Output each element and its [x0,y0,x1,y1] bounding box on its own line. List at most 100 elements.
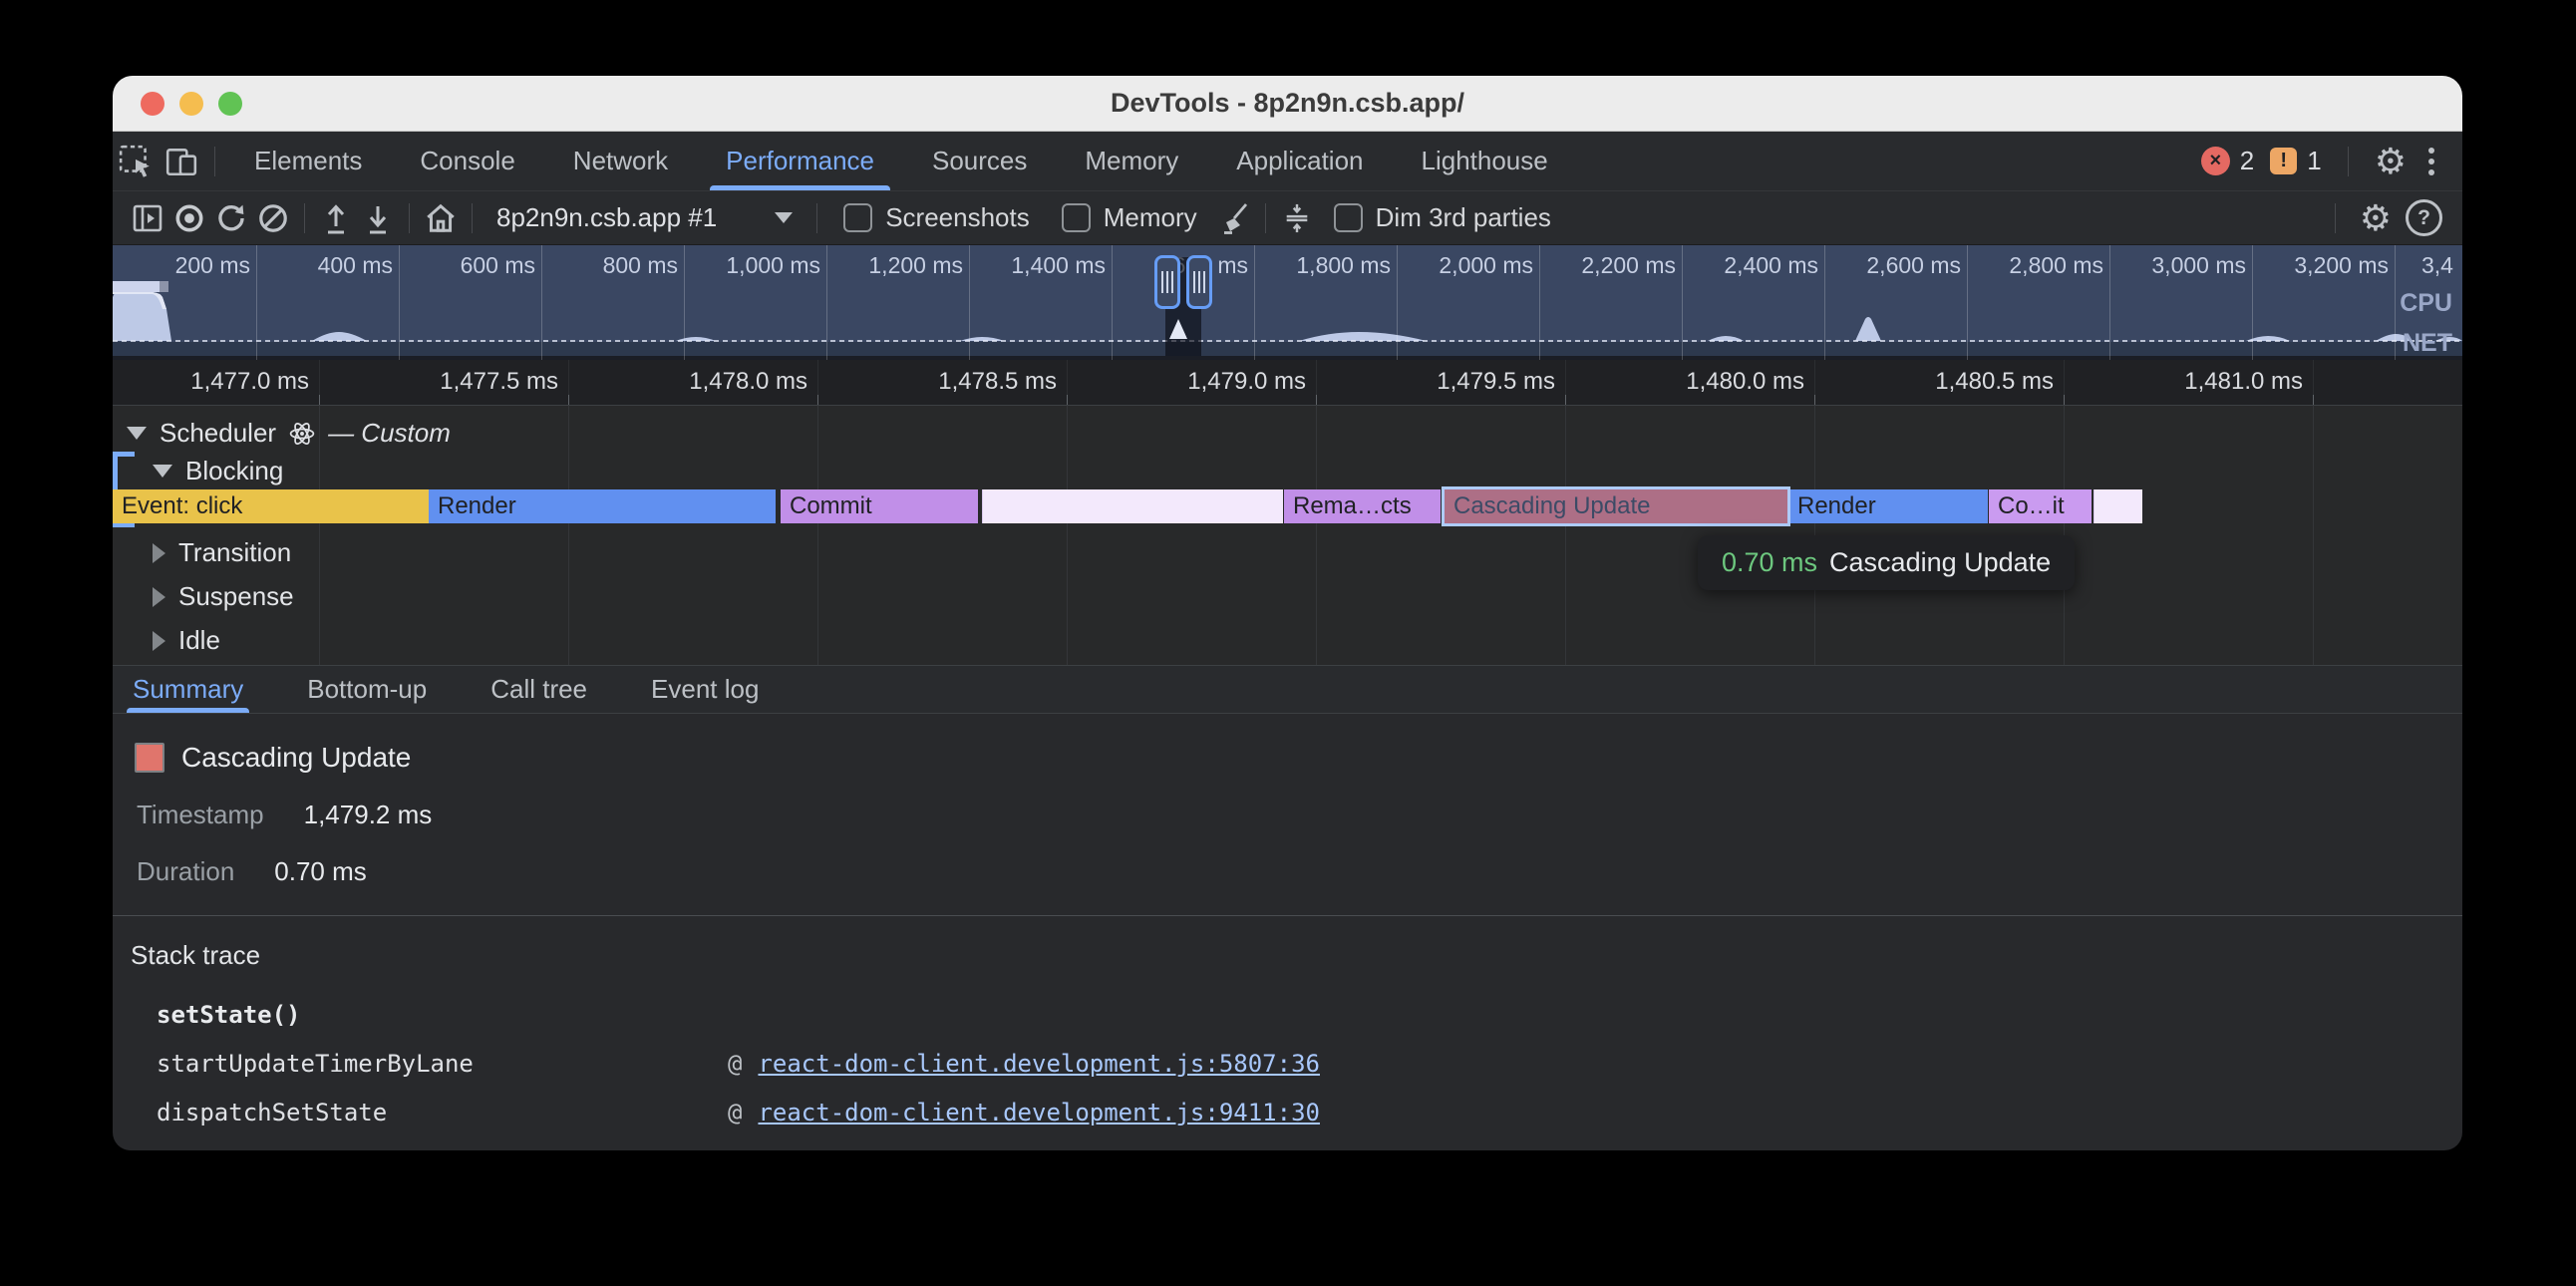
timeline-overview[interactable]: 200 ms 400 ms 600 ms 800 ms 1,000 ms 1,2… [113,245,2462,360]
record-icon[interactable] [168,197,210,239]
screenshots-checkbox[interactable]: Screenshots [843,202,1030,233]
tab-summary[interactable]: Summary [113,666,263,713]
cpu-peak-in-selection [1169,319,1187,339]
blocking-label: Blocking [185,456,283,486]
tab-performance[interactable]: Performance [697,132,903,190]
chevron-down-icon [775,212,793,223]
timeline-ruler[interactable]: 1,477.0 ms 1,477.5 ms 1,478.0 ms 1,478.5… [113,360,2462,406]
overview-tick: 1,800 ms [1296,252,1391,279]
overview-tick: 1,200 ms [868,252,963,279]
overview-gridline [1254,245,1255,360]
divider [214,147,215,176]
lane-idle[interactable]: Idle [153,625,220,656]
tab-elements[interactable]: Elements [225,132,391,190]
expand-triangle-icon [153,587,165,607]
tab-network[interactable]: Network [544,132,697,190]
track-gridline [1067,406,1068,665]
close-button[interactable] [141,92,164,116]
history-dropdown[interactable]: 8p2n9n.csb.app #1 [483,202,806,233]
expand-triangle-icon [153,543,165,563]
capture-settings-gear-icon[interactable]: ⚙ [2360,200,2392,236]
zoom-button[interactable] [218,92,242,116]
tab-memory[interactable]: Memory [1056,132,1207,190]
ruler-tickmark [1316,395,1317,405]
help-icon[interactable]: ? [2406,199,2442,236]
net-lane-label: NET [2403,329,2452,358]
tab-sources[interactable]: Sources [903,132,1056,190]
track-gridline [568,406,569,665]
ruler-tickmark [1565,395,1566,405]
flame-bar[interactable] [982,489,1283,523]
dim-3rd-parties-checkbox[interactable]: Dim 3rd parties [1334,202,1551,233]
react-atom-icon [289,421,315,447]
frame-source-link[interactable]: react-dom-client.development.js:5807:36 [758,1050,1320,1078]
flame-bar-commit[interactable]: Co…it [1989,489,2092,523]
overview-gridline [256,245,257,360]
minimize-button[interactable] [179,92,203,116]
overview-tick: 1,400 ms [1011,252,1106,279]
tab-bottom-up[interactable]: Bottom-up [287,666,447,713]
reload-record-icon[interactable] [210,197,252,239]
gc-broom-icon[interactable] [1213,197,1255,239]
tab-lighthouse[interactable]: Lighthouse [1393,132,1577,190]
overview-gridline [1967,245,1968,360]
flame-bar-event-click[interactable]: Event: click [113,489,429,523]
flame-bar-render[interactable]: Render [429,489,776,523]
flame-bar-commit[interactable]: Commit [781,489,978,523]
ruler-tickmark [2064,395,2065,405]
track-header-scheduler[interactable]: Scheduler — Custom [127,418,451,449]
tab-call-tree[interactable]: Call tree [471,666,607,713]
selection-left-handle[interactable] [1154,255,1180,309]
divider [1265,203,1266,233]
frame-source-link[interactable]: react-dom-client.development.js:9411:30 [758,1099,1320,1126]
memory-checkbox[interactable]: Memory [1062,202,1197,233]
error-badge-icon[interactable]: × [2201,147,2230,175]
frame-source-link[interactable]: LikeButton.js:13:13 [758,1147,1032,1150]
tab-application[interactable]: Application [1207,132,1392,190]
lane-blocking[interactable]: Blocking [153,456,283,486]
ruler-tickmark [1067,395,1068,405]
tab-console[interactable]: Console [391,132,543,190]
screenshots-label: Screenshots [885,202,1030,233]
lane-transition[interactable]: Transition [153,537,291,568]
ruler-tick-label: 1,480.5 ms [1935,368,2054,396]
warning-count[interactable]: 1 [2307,146,2321,176]
clear-icon[interactable] [252,197,294,239]
overview-gridline [1539,245,1540,360]
frame-at: @ [728,1099,742,1126]
active-tab-underline [710,185,890,190]
duration-row: Duration 0.70 ms [137,856,2462,887]
ruler-tick-label: 1,479.0 ms [1187,368,1306,396]
toggle-sidebar-icon[interactable] [127,197,168,239]
flame-bar-render[interactable]: Render [1788,489,1988,523]
flame-bar[interactable] [2093,489,2142,523]
ruler-tick-label: 1,478.0 ms [689,368,807,396]
ruler-tick-label: 1,477.0 ms [190,368,309,396]
settings-gear-icon[interactable]: ⚙ [2375,144,2407,179]
scheduler-label: Scheduler [160,418,276,449]
save-profile-icon[interactable] [357,197,399,239]
overview-tick: 1,000 ms [726,252,820,279]
error-count[interactable]: 2 [2240,146,2254,176]
event-color-swatch [135,743,164,773]
warning-badge-icon[interactable]: ! [2270,148,2297,174]
divider [472,203,473,233]
overview-gridline [969,245,970,360]
home-icon[interactable] [420,197,462,239]
device-toolbar-icon[interactable] [159,132,204,190]
frame-function: dispatchSetState [157,1099,728,1126]
more-options-icon[interactable] [2422,148,2440,175]
tooltip-duration: 0.70 ms [1722,547,1817,577]
load-profile-icon[interactable] [315,197,357,239]
timestamp-label: Timestamp [137,800,264,830]
flame-bar-cascading-update-selected[interactable]: Cascading Update [1445,489,1787,523]
flame-bar-remaining-effects[interactable]: Rema…cts [1284,489,1441,523]
inspect-element-icon[interactable] [113,132,159,190]
event-tooltip: 0.70 msCascading Update [1698,535,2075,590]
summary-event-title: Cascading Update [181,742,411,774]
collapse-sections-icon[interactable] [1276,197,1318,239]
lane-suspense[interactable]: Suspense [153,581,294,612]
tab-event-log[interactable]: Event log [631,666,779,713]
selection-right-handle[interactable] [1186,255,1212,309]
overview-tick: 3,4 [2421,252,2453,279]
